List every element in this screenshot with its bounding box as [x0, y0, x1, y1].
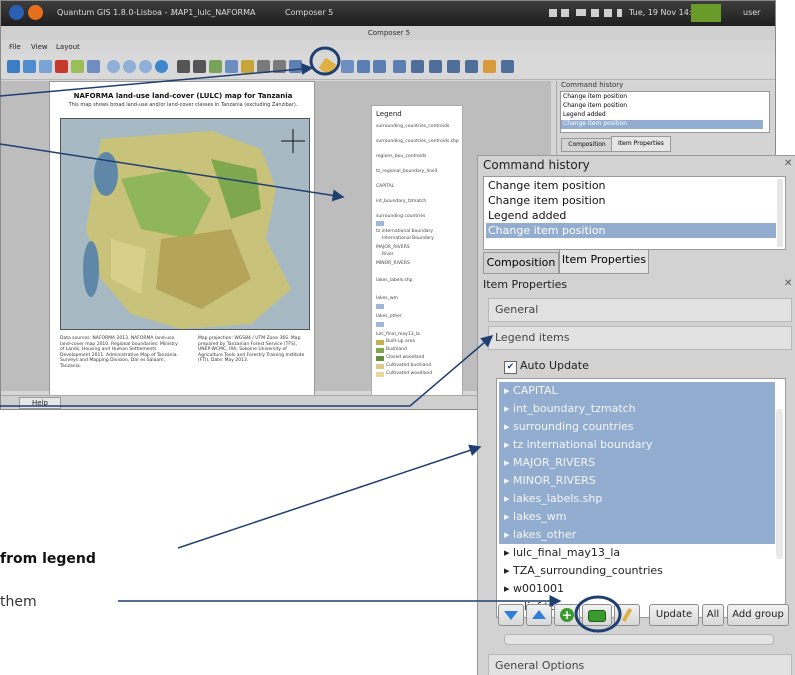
callout-arrow: [0, 62, 314, 97]
callout-arrow: [177, 444, 482, 549]
callout-text: them: [0, 594, 37, 610]
callout-text-bold: from legend: [0, 551, 96, 567]
annotation-overlay: [0, 46, 622, 633]
highlight-circle: [574, 595, 622, 633]
callout-arrow: [0, 143, 345, 202]
callout-arrow: [0, 335, 494, 407]
highlight-circle: [309, 46, 341, 76]
